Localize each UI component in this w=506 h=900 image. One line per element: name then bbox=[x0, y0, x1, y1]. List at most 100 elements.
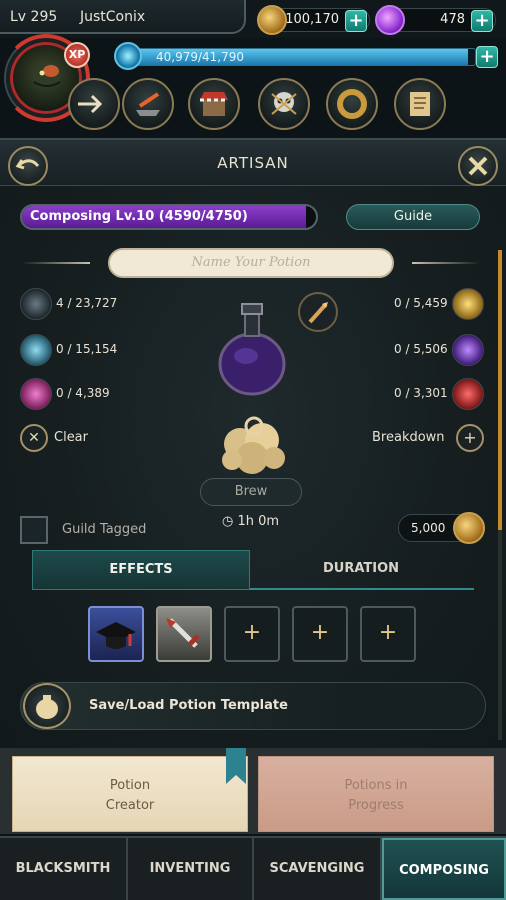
effect-slot-2[interactable] bbox=[156, 606, 212, 662]
panel-header: ARTISAN bbox=[0, 140, 506, 186]
potion-name-input[interactable]: Name Your Potion bbox=[108, 248, 394, 278]
shop-icon-button[interactable] bbox=[188, 78, 240, 130]
gold-currency: 100,170 + bbox=[257, 5, 370, 35]
ingredient-count: 0 / 5,459 bbox=[394, 296, 448, 310]
xp-badge: XP bbox=[64, 42, 90, 68]
arrow-icon bbox=[78, 94, 103, 114]
card-label-line2: Creator bbox=[105, 798, 155, 813]
potion-creator-card[interactable]: Potion Creator bbox=[12, 756, 248, 832]
clock-icon: ◷ bbox=[222, 514, 234, 529]
ingredient-count: 4 / 23,727 bbox=[56, 296, 118, 310]
arrow-icon-button[interactable] bbox=[68, 78, 120, 130]
ingredient-right-3[interactable]: 0 / 3,301 bbox=[380, 378, 486, 410]
purple-crystal-icon bbox=[452, 334, 484, 366]
ingredient-left-2[interactable]: 0 / 15,154 bbox=[20, 334, 180, 366]
red-crystal-icon bbox=[452, 378, 484, 410]
effect-slot-4[interactable]: + bbox=[292, 606, 348, 662]
card-label-line1: Potion bbox=[109, 778, 151, 793]
ingredient-count: 0 / 5,506 bbox=[394, 342, 448, 356]
player-name: JustConix bbox=[80, 9, 146, 25]
guild-tagged-checkbox[interactable] bbox=[20, 516, 48, 544]
player-level: Lv 295 bbox=[10, 9, 58, 25]
effect-slot-1[interactable] bbox=[88, 606, 144, 662]
guide-button[interactable]: Guide bbox=[346, 204, 480, 230]
gold-crystal-icon bbox=[452, 288, 484, 320]
lizard-portrait-icon bbox=[33, 65, 61, 87]
player-name-plate: Lv 295 JustConix bbox=[0, 0, 246, 34]
nav-blacksmith[interactable]: BLACKSMITH bbox=[0, 838, 128, 900]
close-button[interactable] bbox=[458, 146, 498, 186]
artisan-panel: ARTISAN Composing Lv.10 (4590/4750) Guid… bbox=[0, 138, 506, 748]
ingredient-count: 0 / 3,301 bbox=[394, 386, 448, 400]
dark-ore-icon bbox=[20, 288, 52, 320]
catalyst-icon bbox=[222, 416, 285, 474]
ingredient-count: 0 / 15,154 bbox=[56, 342, 118, 356]
brew-time-value: 1h 0m bbox=[237, 514, 280, 529]
forge-icon-button[interactable] bbox=[122, 78, 174, 130]
add-xp-button[interactable]: + bbox=[476, 46, 498, 68]
tab-effects[interactable]: EFFECTS bbox=[32, 550, 250, 590]
add-gems-button[interactable]: + bbox=[471, 10, 493, 32]
sword-icon bbox=[166, 618, 200, 648]
breakdown-label: Breakdown bbox=[372, 430, 445, 445]
ingredient-left-1[interactable]: 4 / 23,727 bbox=[20, 288, 180, 320]
potion-template-icon bbox=[36, 695, 58, 719]
ring-icon bbox=[337, 89, 367, 119]
quill-icon bbox=[308, 302, 328, 324]
ingredient-left-3[interactable]: 0 / 4,389 bbox=[20, 378, 180, 410]
shop-icon bbox=[200, 92, 228, 116]
add-gold-button[interactable]: + bbox=[345, 10, 367, 32]
clear-button[interactable]: ✕ bbox=[20, 424, 48, 452]
card-label-line2: Progress bbox=[348, 798, 404, 813]
potion-template-button[interactable]: Save/Load Potion Template bbox=[20, 682, 486, 730]
scroll-icon-button[interactable] bbox=[394, 78, 446, 130]
nav-composing[interactable]: COMPOSING bbox=[382, 838, 506, 900]
plus-icon: + bbox=[463, 428, 477, 447]
gold-coin-icon bbox=[257, 5, 287, 35]
gold-coin-icon bbox=[453, 512, 485, 544]
scroll-icon bbox=[410, 92, 430, 116]
blue-crystal-icon bbox=[20, 334, 52, 366]
gold-amount: 100,170 bbox=[285, 12, 339, 27]
scrollbar-thumb[interactable] bbox=[498, 250, 502, 530]
ring-icon-button[interactable] bbox=[326, 78, 378, 130]
close-icon: ✕ bbox=[28, 430, 40, 446]
skull-icon-button[interactable] bbox=[258, 78, 310, 130]
composing-level-text: Composing Lv.10 (4590/4750) bbox=[30, 209, 248, 224]
effects-duration-tabs: EFFECTS DURATION bbox=[32, 550, 474, 590]
brew-time: ◷ 1h 0m bbox=[222, 514, 279, 529]
xp-bar: 40,979/41,790 + bbox=[114, 42, 498, 70]
effect-slot-5[interactable]: + bbox=[360, 606, 416, 662]
energy-orb-icon bbox=[114, 42, 142, 70]
top-status-bar: Lv 295 JustConix 100,170 + 478 + bbox=[0, 0, 506, 38]
purple-gem-icon bbox=[375, 5, 405, 35]
potions-in-progress-card[interactable]: Potions in Progress bbox=[258, 756, 494, 832]
nav-inventing[interactable]: INVENTING bbox=[128, 838, 254, 900]
brew-cost-value: 5,000 bbox=[411, 521, 446, 535]
tab-duration[interactable]: DURATION bbox=[252, 550, 470, 590]
potion-flask-icon bbox=[218, 303, 286, 396]
pink-crystal-icon bbox=[20, 378, 52, 410]
gem-amount: 478 bbox=[440, 12, 465, 27]
decorative-arrow-right bbox=[412, 262, 478, 264]
close-icon bbox=[468, 156, 488, 176]
ingredient-count: 0 / 4,389 bbox=[56, 386, 110, 400]
gem-currency: 478 + bbox=[375, 5, 496, 35]
brew-cost: 5,000 bbox=[398, 512, 485, 544]
guild-tagged-label: Guild Tagged bbox=[62, 522, 147, 537]
panel-title: ARTISAN bbox=[217, 154, 289, 172]
skull-icon bbox=[271, 92, 297, 115]
quill-button[interactable] bbox=[298, 292, 338, 332]
effect-slot-3[interactable]: + bbox=[224, 606, 280, 662]
ingredient-right-2[interactable]: 0 / 5,506 bbox=[380, 334, 486, 366]
xp-text: 40,979/41,790 bbox=[156, 50, 245, 64]
breakdown-button[interactable]: + bbox=[456, 424, 484, 452]
clear-label: Clear bbox=[54, 430, 88, 445]
template-label: Save/Load Potion Template bbox=[89, 698, 288, 713]
composing-level-bar: Composing Lv.10 (4590/4750) bbox=[20, 204, 318, 230]
anvil-icon bbox=[136, 92, 160, 116]
ingredient-right-1[interactable]: 0 / 5,459 bbox=[380, 288, 486, 320]
graduation-cap-icon bbox=[96, 622, 136, 649]
brew-button[interactable]: Brew bbox=[200, 478, 302, 506]
nav-scavenging[interactable]: SCAVENGING bbox=[254, 838, 382, 900]
